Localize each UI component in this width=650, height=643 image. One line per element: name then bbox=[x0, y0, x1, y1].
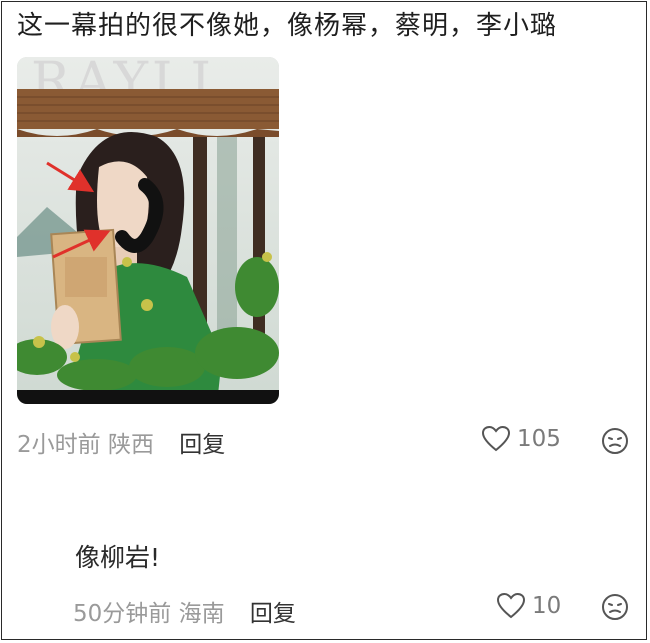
heart-icon bbox=[496, 592, 526, 619]
reply-like-button[interactable]: 10 bbox=[496, 592, 561, 620]
comment-like-count: 105 bbox=[517, 426, 561, 452]
comment-location: 陕西 bbox=[107, 432, 154, 458]
comment-photo[interactable]: RAYLI bbox=[17, 57, 279, 404]
reply-reply-button[interactable]: 回复 bbox=[250, 601, 296, 627]
reply-button[interactable]: 回复 bbox=[179, 432, 225, 458]
comment-text: 这一幕拍的很不像她，像杨幂，蔡明，李小璐 bbox=[17, 11, 558, 41]
comment-time: 2小时前 bbox=[17, 432, 101, 458]
sad-face-icon[interactable] bbox=[601, 427, 629, 459]
comment-like-button[interactable]: 105 bbox=[481, 425, 561, 453]
reply-text: 像柳岩! bbox=[75, 543, 161, 572]
reply-time: 50分钟前 bbox=[73, 601, 172, 627]
reply-like-count: 10 bbox=[532, 593, 562, 619]
heart-icon bbox=[481, 425, 511, 452]
comment-meta: 2小时前 陕西 回复 bbox=[17, 425, 225, 459]
sad-face-icon[interactable] bbox=[601, 593, 629, 625]
reply-location: 海南 bbox=[178, 601, 225, 627]
reply-meta: 50分钟前 海南 回复 bbox=[73, 594, 296, 628]
